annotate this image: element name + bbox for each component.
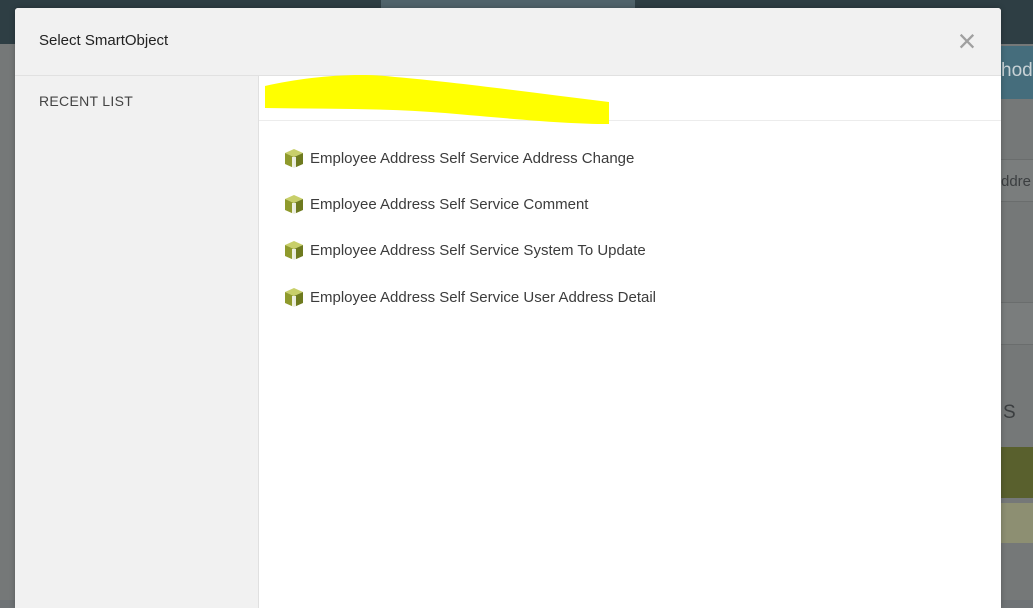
- background-section-header-text: hod: [1001, 60, 1033, 81]
- sidebar-item-recent-list[interactable]: RECENT LIST: [39, 93, 133, 109]
- list-item-label: Employee Address Self Service Comment: [310, 196, 589, 213]
- list-item[interactable]: Employee Address Self Service Comment: [285, 192, 985, 218]
- background-olive-light-button: [1000, 503, 1033, 543]
- list-item-label: Employee Address Self Service User Addre…: [310, 289, 656, 306]
- background-row-text: ddre: [1001, 173, 1032, 190]
- close-icon[interactable]: ×: [958, 23, 977, 59]
- close-button[interactable]: ×: [953, 25, 981, 57]
- list-item-label: Employee Address Self Service Address Ch…: [310, 150, 635, 167]
- list-item[interactable]: Employee Address Self Service Address Ch…: [285, 146, 985, 172]
- background-olive-button: [1000, 447, 1033, 498]
- dialog-main-panel: Employee Address Self Service Address Ch…: [259, 75, 1001, 608]
- background-heading: S: [1003, 402, 1016, 423]
- smartobject-cube-icon: [285, 195, 303, 214]
- search-bar: [259, 75, 1001, 124]
- smartobject-cube-icon: [285, 241, 303, 260]
- select-smartobject-dialog: Select SmartObject × RECENT LIST Employe…: [15, 8, 1001, 608]
- smartobject-cube-icon: [285, 149, 303, 168]
- dialog-header: Select SmartObject ×: [15, 8, 1001, 76]
- smartobject-cube-icon: [285, 288, 303, 307]
- dialog-sidebar: RECENT LIST: [15, 76, 259, 608]
- dialog-title: Select SmartObject: [39, 32, 169, 49]
- background-active-tab: [381, 0, 635, 8]
- list-item[interactable]: Employee Address Self Service User Addre…: [285, 285, 985, 311]
- search-input[interactable]: [265, 80, 991, 118]
- list-item[interactable]: Employee Address Self Service System To …: [285, 238, 985, 264]
- list-item-label: Employee Address Self Service System To …: [310, 242, 646, 259]
- background-row: [1000, 302, 1033, 345]
